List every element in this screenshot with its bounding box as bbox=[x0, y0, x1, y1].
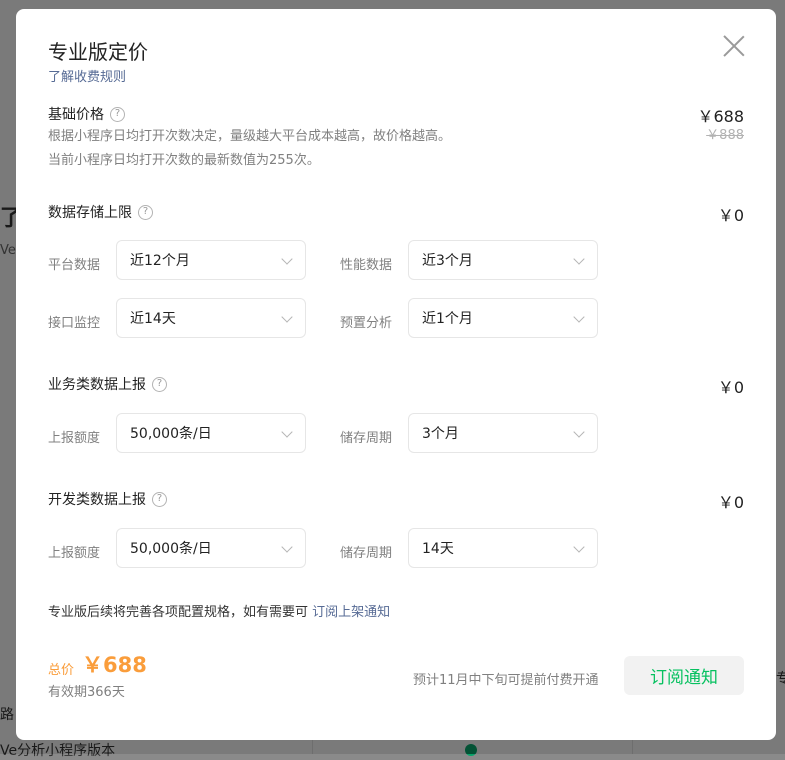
field-label: 性能数据 bbox=[340, 258, 393, 273]
notice-body: 专业版后续将完善各项配置规格，如有需要可 bbox=[48, 605, 313, 620]
platform-data-select[interactable]: 近12个月 bbox=[116, 240, 306, 280]
field-label: 储存周期 bbox=[340, 431, 393, 446]
storage-price: ￥0 bbox=[717, 206, 744, 225]
pricing-rules-link[interactable]: 了解收费规则 bbox=[48, 66, 126, 85]
modal-title: 专业版定价 bbox=[48, 40, 148, 64]
subscribe-notify-button[interactable]: 订阅通知 bbox=[624, 656, 744, 695]
base-price-original: ￥888 bbox=[706, 128, 744, 143]
select-value: 近12个月 bbox=[130, 253, 190, 269]
select-value: 3个月 bbox=[422, 426, 459, 442]
chevron-down-icon bbox=[281, 541, 293, 553]
chevron-down-icon bbox=[281, 253, 293, 265]
total-amount: ￥688 bbox=[82, 653, 147, 677]
total-label: 总价 bbox=[48, 663, 75, 678]
help-icon[interactable]: ? bbox=[152, 376, 167, 392]
select-value: 14天 bbox=[422, 541, 454, 557]
chevron-down-icon bbox=[281, 311, 293, 323]
business-retention-select[interactable]: 3个月 bbox=[408, 413, 598, 453]
field-label: 上报额度 bbox=[48, 546, 101, 561]
select-value: 50,000条/日 bbox=[130, 541, 212, 557]
preset-analysis-select[interactable]: 近1个月 bbox=[408, 298, 598, 338]
subscribe-listing-link[interactable]: 订阅上架通知 bbox=[312, 605, 390, 620]
field-label: 平台数据 bbox=[48, 258, 101, 273]
chevron-down-icon bbox=[573, 426, 585, 438]
chevron-down-icon bbox=[281, 426, 293, 438]
chevron-down-icon bbox=[573, 541, 585, 553]
pricing-modal: 专业版定价 了解收费规则 基础价格 ? ￥688 ￥888 根据小程序日均打开次… bbox=[16, 9, 776, 740]
field-label: 储存周期 bbox=[340, 546, 393, 561]
select-value: 近1个月 bbox=[422, 311, 473, 327]
dev-price: ￥0 bbox=[717, 493, 744, 512]
field-label: 上报额度 bbox=[48, 431, 101, 446]
business-label: 业务类数据上报 bbox=[48, 377, 146, 393]
notice-text: 专业版后续将完善各项配置规格，如有需要可 订阅上架通知 bbox=[48, 601, 390, 620]
dev-retention-select[interactable]: 14天 bbox=[408, 528, 598, 568]
chevron-down-icon bbox=[573, 311, 585, 323]
help-icon[interactable]: ? bbox=[110, 106, 125, 122]
field-label: 接口监控 bbox=[48, 316, 101, 331]
estimate-text: 预计11月中下旬可提前付费开通 bbox=[413, 673, 599, 688]
storage-label: 数据存储上限 bbox=[48, 205, 132, 221]
validity-period: 有效期366天 bbox=[48, 685, 125, 700]
business-price: ￥0 bbox=[717, 378, 744, 397]
business-quota-select[interactable]: 50,000条/日 bbox=[116, 413, 306, 453]
select-value: 近14天 bbox=[130, 311, 176, 327]
chevron-down-icon bbox=[573, 253, 585, 265]
api-monitor-select[interactable]: 近14天 bbox=[116, 298, 306, 338]
storage-title: 数据存储上限 ? bbox=[48, 202, 153, 222]
performance-data-select[interactable]: 近3个月 bbox=[408, 240, 598, 280]
base-price-desc-1: 根据小程序日均打开次数决定，量级越大平台成本越高，故价格越高。 bbox=[48, 129, 452, 144]
base-price-label: 基础价格 bbox=[48, 107, 104, 123]
help-icon[interactable]: ? bbox=[138, 204, 153, 220]
dev-label: 开发类数据上报 bbox=[48, 492, 146, 508]
close-icon[interactable] bbox=[722, 34, 746, 58]
base-price-title: 基础价格 ? bbox=[48, 104, 125, 124]
base-price-desc-2: 当前小程序日均打开次数的最新数值为255次。 bbox=[48, 153, 320, 168]
select-value: 近3个月 bbox=[422, 253, 473, 269]
dev-title: 开发类数据上报 ? bbox=[48, 489, 167, 509]
dev-quota-select[interactable]: 50,000条/日 bbox=[116, 528, 306, 568]
help-icon[interactable]: ? bbox=[152, 491, 167, 507]
select-value: 50,000条/日 bbox=[130, 426, 212, 442]
business-title: 业务类数据上报 ? bbox=[48, 374, 167, 394]
field-label: 预置分析 bbox=[340, 316, 393, 331]
